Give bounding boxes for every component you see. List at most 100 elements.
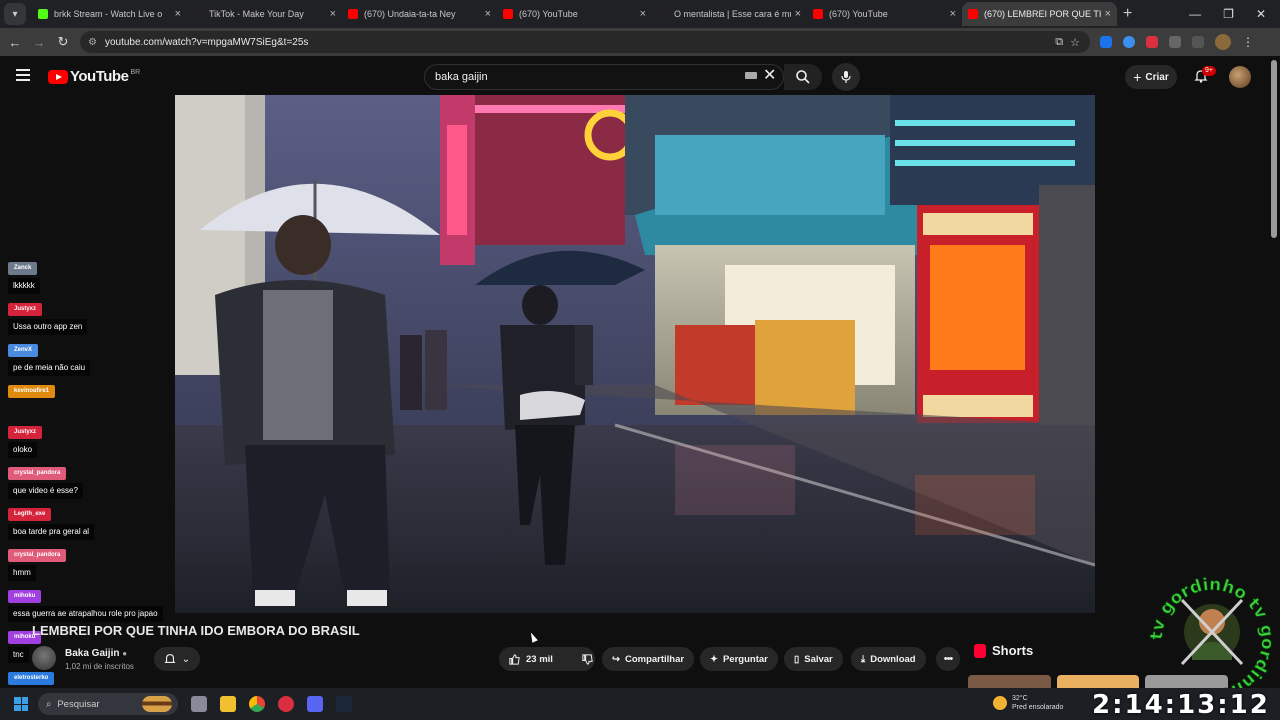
chat-message: Zanck lkkkkk bbox=[8, 256, 40, 294]
tab-close-icon[interactable]: × bbox=[330, 8, 336, 20]
file-explorer-icon[interactable] bbox=[220, 696, 236, 712]
extension-icon[interactable] bbox=[1100, 36, 1112, 48]
browser-tab[interactable]: (670) YouTube × bbox=[807, 2, 962, 26]
mouse-cursor bbox=[528, 631, 538, 643]
extension-icon[interactable] bbox=[1146, 36, 1158, 48]
save-button[interactable]: ▯ Salvar bbox=[784, 647, 843, 671]
shorts-shelf-header: Shorts bbox=[974, 643, 1033, 658]
clear-search-icon[interactable]: ✕ bbox=[763, 65, 776, 85]
more-actions-button[interactable]: ••• bbox=[936, 647, 960, 671]
streamer-watermark-logo: tv gordinho tv gordinho bbox=[1148, 574, 1276, 688]
tab-close-icon[interactable]: × bbox=[1105, 8, 1111, 20]
create-button[interactable]: + Criar bbox=[1125, 65, 1177, 89]
chrome-icon[interactable] bbox=[249, 696, 265, 712]
microphone-icon bbox=[841, 71, 851, 83]
voice-search-button[interactable] bbox=[832, 63, 860, 91]
tab-title: O mentalista | Esse cara é muit bbox=[674, 9, 791, 19]
ask-label: Perguntar bbox=[722, 653, 768, 665]
chat-username-badge: Justyxz bbox=[8, 303, 43, 316]
chat-message-text: hmm bbox=[8, 565, 36, 581]
tab-title: (670) YouTube bbox=[829, 9, 888, 19]
chat-username-badge: Justyxz bbox=[8, 426, 43, 439]
weather-widget[interactable]: 32°C Pred ensolarado bbox=[993, 694, 1063, 712]
search-input[interactable]: baka gaijin bbox=[424, 64, 784, 90]
restore-icon[interactable]: ❐ bbox=[1223, 7, 1234, 21]
youtube-header: YouTube BR baka gaijin bbox=[0, 56, 1280, 96]
cast-icon[interactable]: ⧉ bbox=[1055, 36, 1063, 49]
forward-icon[interactable]: → bbox=[27, 35, 51, 50]
chat-message-text: Ussa outro app zen bbox=[8, 319, 88, 335]
tab-close-icon[interactable]: × bbox=[485, 8, 491, 20]
chat-username-badge: kevinoafire1 bbox=[8, 385, 56, 398]
chrome-menu-icon[interactable]: ⋮ bbox=[1242, 35, 1254, 49]
reload-icon[interactable]: ↻ bbox=[51, 34, 75, 50]
chevron-down-icon: ⌄ bbox=[181, 653, 191, 665]
account-avatar[interactable] bbox=[1229, 66, 1251, 88]
verified-icon: ● bbox=[122, 649, 128, 658]
discord-icon[interactable] bbox=[307, 696, 323, 712]
download-button[interactable]: ⤓ Download bbox=[851, 647, 926, 671]
page-scrollbar[interactable] bbox=[1271, 60, 1277, 238]
extension-icon[interactable] bbox=[1123, 36, 1135, 48]
tab-close-icon[interactable]: × bbox=[950, 8, 956, 20]
taskbar-search[interactable]: ⌕ Pesquisar bbox=[38, 693, 178, 715]
chat-message-text: boa tarde pra geral al bbox=[8, 524, 95, 540]
download-label: Download bbox=[870, 653, 916, 665]
tab-close-icon[interactable]: × bbox=[640, 8, 646, 20]
video-player[interactable] bbox=[175, 95, 1095, 613]
share-button[interactable]: ↪ Compartilhar bbox=[602, 647, 695, 671]
share-icon: ↪ bbox=[612, 653, 620, 665]
video-title: LEMBREI POR QUE TINHA IDO EMBORA DO BRAS… bbox=[32, 623, 360, 638]
search-icon bbox=[796, 70, 810, 84]
short-thumbnail[interactable] bbox=[1056, 675, 1140, 688]
browser-tab[interactable]: TikTok - Make Your Day × bbox=[187, 2, 342, 26]
tab-title: (670) LEMBREI POR QUE TINH bbox=[984, 9, 1101, 19]
video-frame bbox=[175, 95, 1095, 613]
browser-tab[interactable]: (670) LEMBREI POR QUE TINH × bbox=[962, 2, 1117, 26]
browser-tab[interactable]: (670) YouTube × bbox=[497, 2, 652, 26]
like-dislike-group: 23 mil bbox=[499, 647, 595, 671]
short-thumbnail[interactable] bbox=[968, 675, 1051, 688]
windows-taskbar: ⌕ Pesquisar bbox=[0, 688, 1280, 720]
like-button[interactable]: 23 mil bbox=[499, 647, 562, 671]
back-icon[interactable]: ← bbox=[3, 35, 27, 50]
subscription-bell-button[interactable]: ⌄ bbox=[154, 647, 200, 671]
chat-username-badge: Zanck bbox=[8, 262, 38, 275]
browser-tab[interactable]: O mentalista | Esse cara é muit × bbox=[652, 2, 807, 26]
minimize-icon[interactable]: — bbox=[1189, 7, 1201, 21]
tab-favicon-icon bbox=[968, 9, 978, 19]
windows-start-icon[interactable] bbox=[14, 697, 28, 711]
steam-icon[interactable] bbox=[336, 696, 352, 712]
close-window-icon[interactable]: ✕ bbox=[1256, 7, 1266, 21]
site-info-icon[interactable]: ⚙ bbox=[88, 37, 97, 48]
search-icon: ⌕ bbox=[46, 698, 52, 710]
tab-close-icon[interactable]: × bbox=[175, 8, 181, 20]
app-icon[interactable] bbox=[278, 696, 294, 712]
search-button[interactable] bbox=[784, 64, 822, 90]
chat-message: Justyxz oloko bbox=[8, 420, 43, 458]
browser-tab[interactable]: (670) Undaia-ta-ta Ney × bbox=[342, 2, 497, 26]
profile-avatar-icon[interactable] bbox=[1215, 34, 1231, 50]
youtube-play-icon bbox=[48, 69, 68, 84]
tab-search-button[interactable]: ▾ bbox=[4, 3, 26, 25]
channel-avatar[interactable] bbox=[32, 646, 56, 670]
channel-name[interactable]: Baka Gaijin ● bbox=[65, 648, 127, 659]
youtube-logo[interactable]: YouTube BR bbox=[48, 68, 140, 85]
ask-button[interactable]: ✦ Perguntar bbox=[700, 647, 778, 671]
reading-list-icon[interactable] bbox=[1192, 36, 1204, 48]
extensions-puzzle-icon[interactable] bbox=[1169, 36, 1181, 48]
chat-message: kevinoafire1 bbox=[8, 379, 56, 398]
dislike-button[interactable] bbox=[572, 647, 603, 671]
address-bar[interactable]: ⚙ youtube.com/watch?v=mpgaMW7SiEg&t=25s … bbox=[80, 31, 1090, 53]
window-controls: — ❐ ✕ bbox=[1189, 0, 1280, 28]
plus-icon: + bbox=[1133, 69, 1142, 85]
browser-tab[interactable]: brkk Stream - Watch Live o × bbox=[32, 2, 187, 26]
new-tab-button[interactable]: + bbox=[1123, 5, 1132, 23]
tab-close-icon[interactable]: × bbox=[795, 8, 801, 20]
keyboard-icon[interactable] bbox=[745, 72, 757, 79]
tab-favicon-icon bbox=[813, 9, 823, 19]
task-view-icon[interactable] bbox=[191, 696, 207, 712]
bookmark-star-icon[interactable]: ☆ bbox=[1070, 36, 1080, 49]
menu-icon[interactable] bbox=[16, 69, 30, 81]
search-value: baka gaijin bbox=[435, 71, 488, 83]
